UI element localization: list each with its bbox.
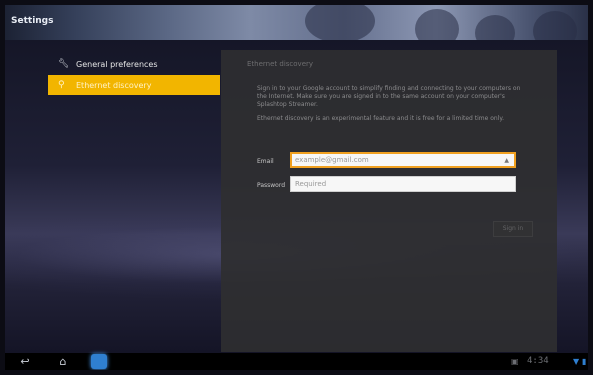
system-bar: ↩ ⌂ ▣ 4:34 ▼ ▮ [5, 353, 588, 370]
sidebar-item-general-preferences[interactable]: 🔧︎ General preferences [48, 54, 220, 74]
clock: 4:34 [527, 356, 549, 366]
settings-content: 🔧︎ General preferences ⚲ Ethernet discov… [5, 40, 588, 353]
back-icon[interactable]: ↩ [15, 353, 35, 370]
sign-in-button[interactable]: Sign in [493, 221, 533, 237]
battery-icon[interactable]: ▮ [582, 357, 586, 366]
sidebar-item-ethernet-discovery[interactable]: ⚲ Ethernet discovery [48, 75, 220, 95]
recent-apps-icon[interactable] [91, 354, 107, 369]
password-label: Password [257, 182, 286, 189]
email-field[interactable]: example@gmail.com ▲ [290, 152, 516, 168]
email-value: example@gmail.com [295, 156, 369, 164]
password-placeholder: Required [295, 180, 327, 188]
wifi-icon[interactable]: ▼ [573, 357, 579, 366]
wrench-icon: 🔧︎ [58, 59, 70, 69]
ethernet-discovery-panel: Ethernet discovery Sign in to your Googl… [221, 50, 557, 352]
panel-note: Ethernet discovery is an experimental fe… [257, 115, 504, 122]
password-field[interactable]: Required [290, 176, 516, 192]
page-title: Settings [11, 16, 54, 26]
dropdown-arrow-icon[interactable]: ▲ [504, 157, 509, 164]
panel-description: Sign in to your Google account to simpli… [257, 85, 521, 108]
wallpaper-shape [305, 5, 375, 43]
panel-heading: Ethernet discovery [247, 60, 314, 68]
action-bar: Settings [5, 5, 588, 51]
network-icon: ⚲ [58, 80, 65, 90]
sidebar-item-label: Ethernet discovery [76, 80, 152, 90]
home-icon[interactable]: ⌂ [53, 353, 73, 370]
email-label: Email [257, 158, 274, 165]
screenshot-icon[interactable]: ▣ [511, 357, 519, 366]
sidebar-item-label: General preferences [76, 59, 158, 69]
app-window: Settings 🔧︎ General preferences ⚲ Ethern… [5, 5, 588, 370]
